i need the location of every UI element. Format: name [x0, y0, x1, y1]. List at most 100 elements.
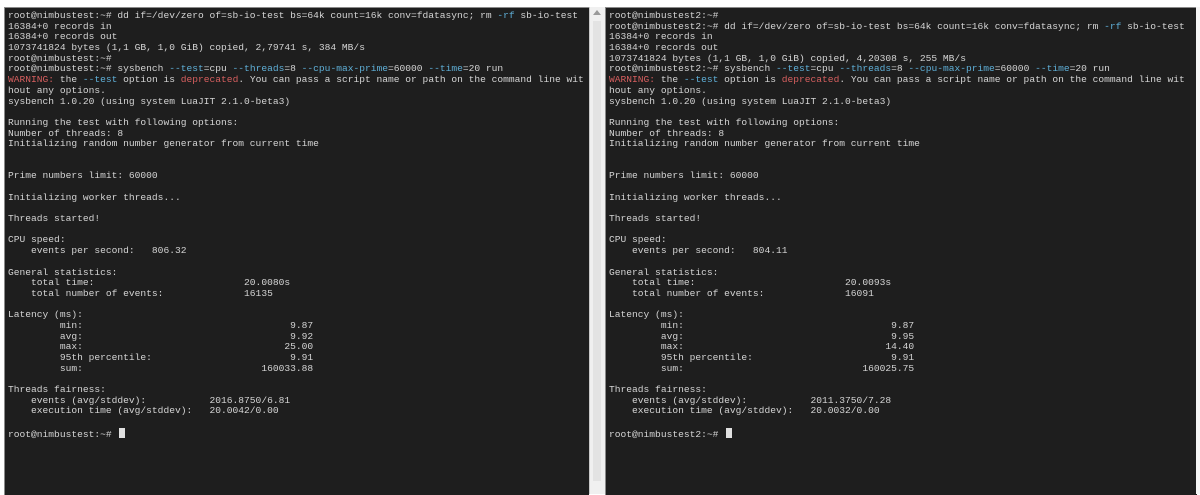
terminal-text: deprecated [180, 74, 239, 86]
terminal-text: total number of events: 16135 [8, 287, 273, 299]
terminal-text: Threads started! [8, 213, 101, 225]
terminal-text: root@nimbustest:~# dd if=/dev/zero of=sb… [8, 10, 498, 21]
terminal-line: events per second: 806.32 [8, 245, 587, 257]
terminal-line: root@nimbustest2:~# [609, 427, 1195, 440]
terminal-text: --time [1035, 63, 1070, 75]
scrollbar-thumb[interactable] [593, 21, 601, 481]
terminal-text: =8 [891, 63, 909, 75]
terminal-text: root@nimbustest2:~# dd if=/dev/zero of=s… [609, 20, 1105, 32]
terminal-text: --test [169, 63, 204, 75]
terminal-text: Threads fairness: [8, 384, 106, 396]
terminal-text: Latency (ms): [8, 309, 83, 321]
terminal-line: Prime numbers limit: 60000 [8, 170, 587, 182]
terminal-text: 16384+0 records in [8, 20, 112, 32]
scroll-up-arrow-icon[interactable] [593, 10, 601, 15]
terminal-text: option is [117, 74, 181, 86]
terminal-text: root@nimbustest:~# [8, 52, 112, 64]
terminal-text: =20 run [1069, 63, 1110, 75]
terminal-text: CPU speed: [609, 234, 667, 246]
terminal-text: Initializing worker threads... [8, 191, 181, 203]
terminal-text: 1073741824 bytes (1,1 GB, 1,0 GiB) copie… [609, 52, 966, 64]
terminal-text: events (avg/stddev): 2011.3750/7.28 [609, 394, 892, 406]
terminal-text: max: 25.00 [8, 341, 314, 353]
terminal-text: =8 [284, 63, 302, 75]
terminal-text: Number of threads: 8 [8, 127, 124, 139]
terminal-text: avg: 9.95 [609, 330, 915, 342]
terminal-text: Latency (ms): [609, 309, 684, 321]
terminal-text: sysbench 1.0.20 (using system LuaJIT 2.1… [8, 95, 291, 107]
terminal-text: Prime numbers limit: 60000 [609, 170, 759, 182]
terminal-text: sum: 160033.88 [8, 362, 314, 374]
cursor-block [119, 427, 126, 438]
terminal-pane-right[interactable]: root@nimbustest2:~# root@nimbustest2:~# d… [605, 7, 1197, 495]
terminal-output-right[interactable]: root@nimbustest2:~# root@nimbustest2:~# d… [609, 10, 1195, 440]
terminal-text: --cpu-max-prime [301, 63, 389, 75]
terminal-text: =60000 [994, 63, 1036, 75]
terminal-text: Running the test with following options: [609, 116, 840, 128]
terminal-line: Prime numbers limit: 60000 [609, 170, 1195, 182]
prompt-text: root@nimbustest2:~# [609, 428, 725, 440]
terminal-text: deprecated [781, 74, 840, 86]
terminal-line: Initializing worker threads... [8, 191, 587, 204]
terminal-text: Initializing random number generator fro… [609, 138, 920, 150]
terminal-line: events per second: 804.11 [609, 245, 1195, 257]
terminal-text: min: 9.87 [8, 319, 314, 331]
terminal-text: --test [683, 74, 719, 86]
terminal-text: =60000 [388, 63, 429, 75]
terminal-text: sum: 160025.75 [609, 362, 915, 374]
terminal-text: 16384+0 records in [609, 31, 713, 43]
terminal-text: root@nimbustest2:~# sysbench [609, 63, 776, 75]
terminal-line: Initializing worker threads... [609, 192, 1195, 204]
terminal-text: Prime numbers limit: 60000 [8, 170, 158, 182]
terminal-text: sb-io-test [1121, 20, 1185, 32]
terminal-text: WARNING: [8, 74, 55, 86]
terminal-text: min: 9.87 [609, 319, 915, 331]
terminal-text: events per second: 806.32 [8, 245, 187, 257]
terminal-text: 16384+0 records out [8, 31, 118, 43]
terminal-text: 1073741824 bytes (1,1 GB, 1,0 GiB) copie… [8, 42, 365, 54]
terminal-text: --time [428, 63, 463, 75]
terminal-text: Number of threads: 8 [609, 127, 725, 139]
terminal-text: total time: 20.0080s [8, 277, 291, 289]
terminal-text: avg: 9.92 [8, 330, 314, 342]
terminal-text: hout any options. [609, 84, 707, 96]
terminal-text: =20 run [462, 63, 504, 75]
terminal-text: . You can pass a script name or path on … [238, 74, 584, 86]
terminal-text: hout any options. [8, 84, 106, 96]
terminal-text: =cpu [203, 63, 233, 75]
terminal-pane-left[interactable]: root@nimbustest:~# dd if=/dev/zero of=sb… [4, 7, 589, 495]
terminal-text: . You can pass a script name or path on … [839, 74, 1185, 86]
terminal-text: the [54, 74, 83, 86]
terminal-line: execution time (avg/stddev): 20.0032/0.0… [609, 406, 1195, 417]
terminal-text: Threads started! [609, 213, 702, 225]
terminal-text: events (avg/stddev): 2016.8750/6.81 [8, 394, 291, 406]
terminal-line: total number of events: 16135 [8, 287, 587, 300]
terminal-text: max: 14.40 [609, 341, 915, 353]
prompt-text: root@nimbustest:~# [8, 428, 118, 440]
terminal-text: the [655, 74, 684, 86]
terminal-line: Threads started! [8, 213, 587, 225]
scrollbar[interactable] [589, 7, 605, 494]
terminal-line: sum: 160033.88 [8, 362, 587, 375]
terminal-text: total time: 20.0093s [609, 277, 892, 289]
terminal-line: Initializing random number generator fro… [609, 138, 1195, 150]
terminal-output-left[interactable]: root@nimbustest:~# dd if=/dev/zero of=sb… [8, 10, 587, 440]
terminal-text: General statistics: [609, 266, 719, 278]
terminal-text: events per second: 804.11 [609, 245, 788, 257]
terminal-text: --cpu-max-prime [908, 63, 995, 75]
terminal-text: WARNING: [609, 74, 656, 86]
terminal-text: --threads [839, 63, 892, 75]
terminal-text: sb-io-test [514, 10, 578, 21]
terminal-line: Initializing random number generator fro… [8, 138, 587, 150]
terminal-text: General statistics: [8, 266, 118, 278]
terminal-text: 95th percentile: 9.91 [8, 352, 314, 363]
terminal-text: root@nimbustest2:~# [609, 10, 719, 21]
